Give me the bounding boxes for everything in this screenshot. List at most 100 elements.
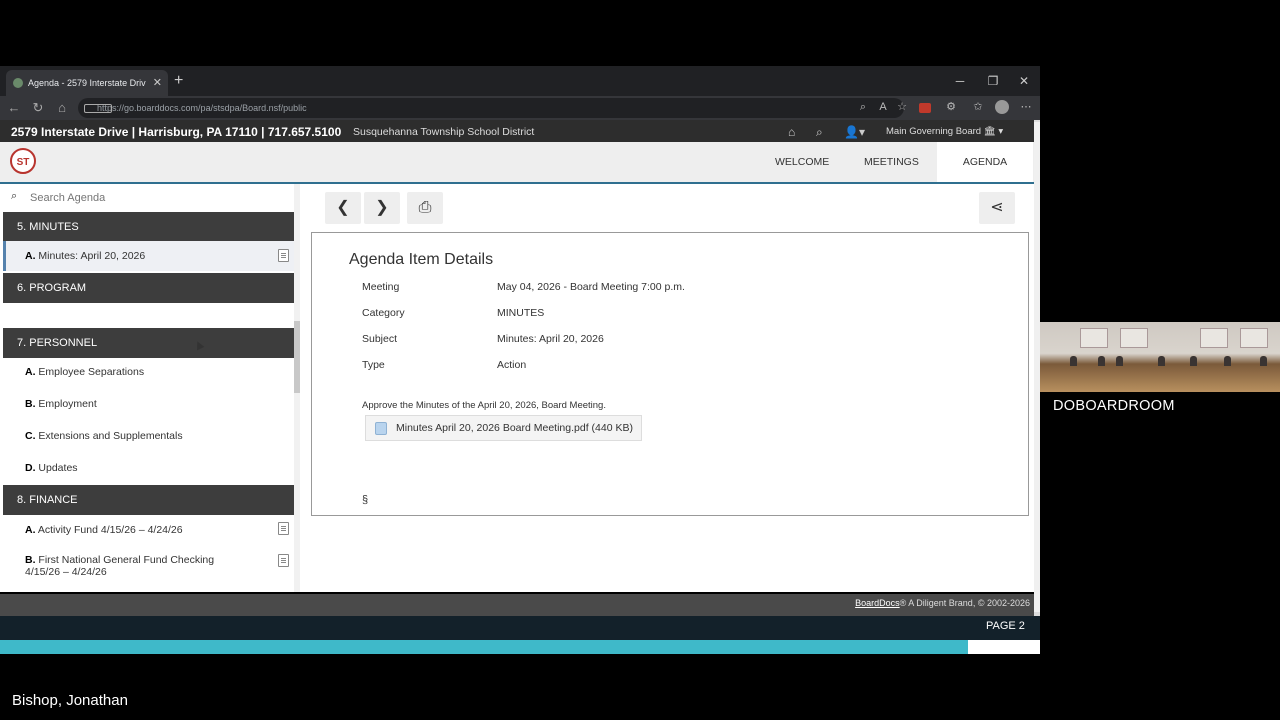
main-content: ❮ ❯ ⎙ ⋖ Agenda Item Details Meeting May … — [300, 184, 1034, 592]
lock-icon — [84, 104, 112, 113]
share-icon: ⋖ — [990, 199, 1004, 216]
subject-label: Subject — [362, 333, 398, 345]
user-icon[interactable]: 👤▾ — [844, 120, 865, 144]
item-label: Employee Separations — [38, 366, 145, 378]
share-button[interactable]: ⋖ — [979, 192, 1015, 224]
accent-bar — [0, 640, 968, 654]
boardroom-video-feed — [1040, 322, 1280, 392]
url-text: https://go.boarddocs.com/pa/stsdpa/Board… — [97, 103, 307, 113]
browser-toolbar: ← ↻ ⌂ https://go.boarddocs.com/pa/stsdpa… — [0, 96, 1040, 120]
read-aloud-icon[interactable]: A — [876, 100, 890, 114]
video-person — [1158, 356, 1165, 366]
home-icon[interactable]: ⌂ — [788, 120, 795, 144]
favorites-icon[interactable]: ✩ — [971, 100, 985, 114]
video-person — [1260, 356, 1267, 366]
next-item-button[interactable]: ❯ — [364, 192, 400, 224]
presentation-bar: PAGE 2 — [0, 616, 1040, 640]
main-navigation: ST WELCOME MEETINGS AGENDA — [0, 142, 1034, 184]
nav-welcome[interactable]: WELCOME — [763, 142, 841, 182]
category-value: MINUTES — [497, 307, 545, 319]
zoom-icon[interactable]: ⌕ — [856, 100, 870, 114]
subject-value: Minutes: April 20, 2026 — [497, 333, 604, 345]
footer-text: ® A Diligent Brand, © 2002-2026 — [899, 598, 1030, 608]
extensions-icon[interactable]: ⚙ — [944, 100, 958, 114]
extension-icon[interactable] — [919, 103, 931, 113]
browser-tab[interactable]: Agenda - 2579 Interstate Drive | H ✕ — [6, 70, 168, 96]
item-letter: C. — [25, 430, 36, 442]
section-mark: § — [362, 494, 369, 506]
item-description: Approve the Minutes of the April 20, 202… — [362, 400, 606, 411]
item-label: Updates — [38, 462, 78, 474]
restore-icon[interactable]: ❐ — [977, 66, 1009, 96]
speaker-name: Bishop, Jonathan — [12, 692, 128, 709]
section-header[interactable]: 7. PERSONNEL — [3, 328, 294, 358]
video-person — [1070, 356, 1077, 366]
video-window — [1200, 328, 1228, 348]
search-input[interactable] — [28, 188, 292, 208]
close-window-icon[interactable]: ✕ — [1008, 66, 1040, 96]
back-icon[interactable]: ← — [2, 96, 26, 120]
video-person — [1098, 356, 1105, 366]
meeting-label: Meeting — [362, 281, 400, 293]
board-selector[interactable]: Main Governing Board 🏛 ▾ — [886, 120, 1003, 144]
agenda-item-details: Agenda Item Details Meeting May 04, 2026… — [311, 232, 1029, 516]
type-label: Type — [362, 359, 385, 371]
agenda-sidebar: ⌕ 5. MINUTES A. Minutes: April 20, 2026 … — [0, 184, 300, 592]
browser-tab-title: Agenda - 2579 Interstate Drive | H — [28, 78, 146, 88]
section-header[interactable]: 6. PROGRAM — [3, 273, 294, 303]
favorite-star-icon[interactable]: ☆ — [895, 100, 909, 114]
agenda-item[interactable]: A. Activity Fund 4/15/26 – 4/24/26 — [3, 522, 294, 538]
item-letter: A. — [25, 366, 36, 378]
browser-tab-bar: Agenda - 2579 Interstate Drive | H ✕ + — [0, 66, 1040, 96]
print-button[interactable]: ⎙ — [407, 192, 443, 224]
site-footer: BoardDocs® A Diligent Brand, © 2002-2026 — [0, 594, 1034, 616]
more-menu-icon[interactable]: ⋯ — [1019, 100, 1033, 114]
nav-agenda[interactable]: AGENDA — [937, 142, 1033, 182]
agenda-item[interactable]: B. Employment — [3, 396, 294, 412]
item-letter: A. — [25, 250, 36, 262]
search-icon[interactable]: ⌕ — [816, 120, 823, 144]
item-letter: A. — [25, 524, 36, 536]
boarddocs-link[interactable]: BoardDocs — [855, 598, 900, 608]
agenda-item[interactable]: A. Minutes: April 20, 2026 — [3, 241, 294, 271]
reload-icon[interactable]: ↻ — [26, 96, 50, 120]
profile-icon[interactable] — [995, 100, 1009, 114]
accent-box — [968, 640, 1040, 654]
document-icon — [278, 554, 289, 567]
district-address: 2579 Interstate Drive | Harrisburg, PA 1… — [11, 125, 342, 139]
close-tab-icon[interactable]: ✕ — [153, 70, 162, 96]
file-icon — [375, 422, 387, 435]
minimize-icon[interactable]: ─ — [944, 66, 976, 96]
section-header[interactable]: 8. FINANCE — [3, 485, 294, 515]
nav-meetings[interactable]: MEETINGS — [852, 142, 931, 182]
agenda-search: ⌕ — [0, 184, 300, 210]
room-label: DOBOARDROOM — [1053, 398, 1175, 414]
video-window — [1240, 328, 1268, 348]
attachment-link[interactable]: Minutes April 20, 2026 Board Meeting.pdf… — [365, 415, 642, 441]
district-logo: ST — [10, 148, 36, 174]
item-label: Extensions and Supplementals — [38, 430, 183, 442]
item-label: Activity Fund 4/15/26 – 4/24/26 — [37, 524, 183, 536]
site-favicon-icon — [13, 78, 23, 88]
video-window — [1080, 328, 1108, 348]
search-icon: ⌕ — [11, 190, 18, 202]
board-selector-label: Main Governing Board — [886, 126, 982, 137]
item-label-continued: 4/15/26 – 4/24/26 — [25, 566, 107, 578]
video-person — [1224, 356, 1231, 366]
home-browser-icon[interactable]: ⌂ — [50, 96, 74, 120]
page-indicator: PAGE 2 — [986, 620, 1025, 632]
item-label: Employment — [38, 398, 97, 410]
agenda-item[interactable]: B. First National General Fund Checking … — [3, 554, 294, 578]
chevron-right-icon: ❯ — [375, 199, 389, 216]
page-title: Agenda Item Details — [349, 251, 494, 268]
agenda-item[interactable]: D. Updates — [3, 460, 294, 476]
section-header[interactable]: 5. MINUTES — [3, 212, 294, 242]
new-tab-icon[interactable]: + — [174, 70, 183, 92]
type-value: Action — [497, 359, 527, 371]
url-bar[interactable]: https://go.boarddocs.com/pa/stsdpa/Board… — [78, 98, 904, 118]
item-letter: B. — [25, 554, 36, 566]
previous-item-button[interactable]: ❮ — [325, 192, 361, 224]
agenda-item[interactable]: A. Employee Separations — [3, 364, 294, 380]
item-label: Minutes: April 20, 2026 — [38, 250, 146, 262]
agenda-item[interactable]: C. Extensions and Supplementals — [3, 428, 294, 444]
